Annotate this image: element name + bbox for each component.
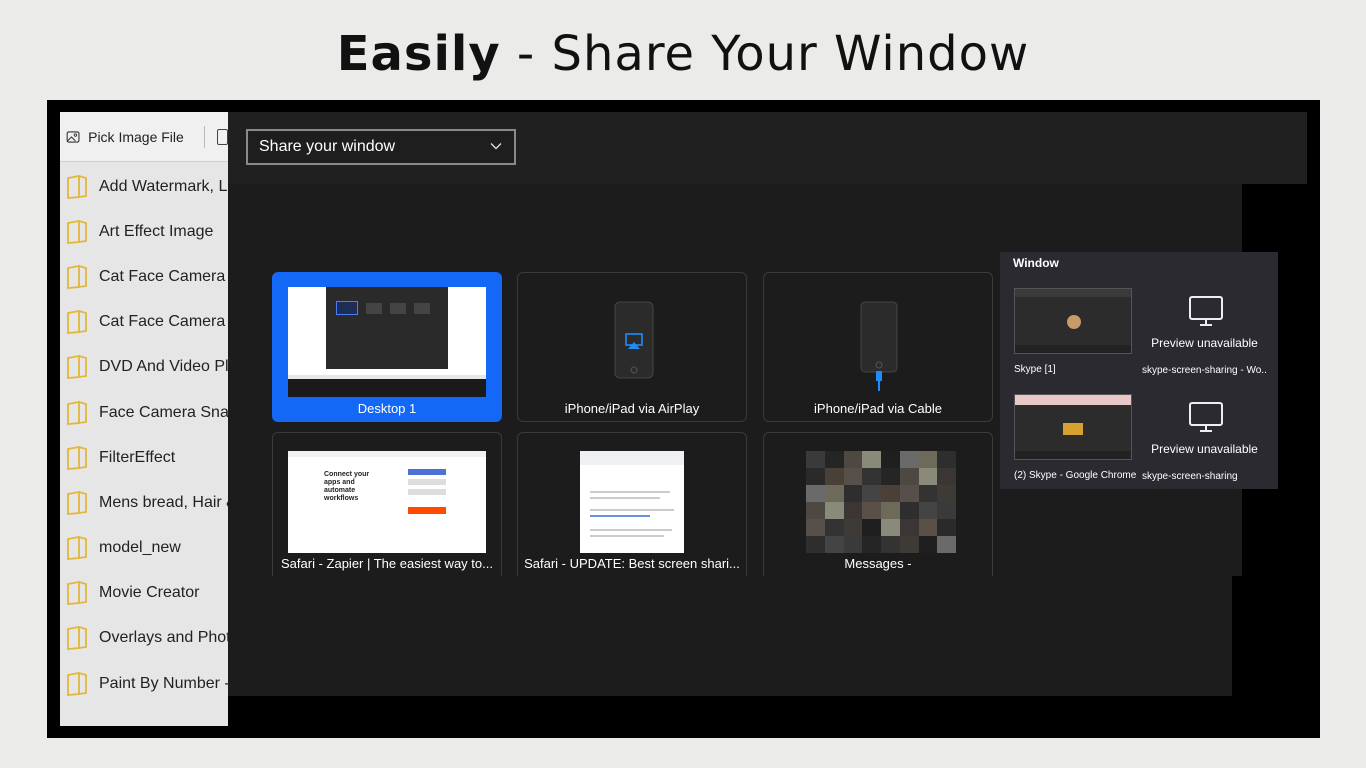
- headline-bold: Easily: [336, 26, 501, 82]
- folder-icon: [67, 219, 87, 244]
- file-toolbar: Pick Image File: [60, 112, 228, 162]
- file-list-item[interactable]: FilterEffect: [60, 435, 228, 480]
- window-popup: Window Skype [1] Preview unavailable sky…: [1000, 252, 1278, 489]
- file-name: Art Effect Image: [99, 222, 214, 240]
- tile-safari-doc[interactable]: Safari - UPDATE: Best screen shari...: [517, 432, 747, 576]
- tile-label: iPhone/iPad via Cable: [814, 401, 942, 416]
- file-list-item[interactable]: model_new: [60, 526, 228, 571]
- cable-phone-icon: [860, 301, 898, 391]
- monitor-icon: [1189, 402, 1223, 432]
- file-list: Add Watermark, Lo Art Effect Image Cat Fac…: [60, 162, 228, 706]
- preview-unavailable-text: Preview unavailable: [1151, 336, 1258, 350]
- headline: Easily - Share Your Window: [0, 26, 1366, 82]
- file-list-item[interactable]: Overlays and Photo: [60, 616, 228, 661]
- file-name: Cat Face Camera E: [99, 313, 228, 331]
- file-name: Overlays and Photo: [99, 629, 228, 647]
- folder-icon: [67, 264, 87, 289]
- messages-pixelated-thumbnail: [806, 451, 956, 553]
- folder-icon: [67, 445, 87, 470]
- file-list-item[interactable]: Cat Face Camera: [60, 254, 228, 299]
- window-item-label: Skype [1]: [1014, 364, 1056, 375]
- tile-cable[interactable]: iPhone/iPad via Cable: [763, 272, 993, 422]
- file-icon[interactable]: [216, 128, 228, 145]
- share-type-dropdown[interactable]: Share your window: [246, 129, 516, 165]
- tile-label: Safari - Zapier | The easiest way to...: [281, 556, 493, 571]
- file-panel: Pick Image File Add Watermark, Lo Art Eff…: [60, 112, 228, 726]
- safari-doc-thumbnail: [580, 451, 684, 553]
- window-item-label: skype-screen-sharing - Wo...: [1142, 365, 1267, 376]
- zapier-heading: Connect your apps and automate workflows: [324, 471, 370, 502]
- folder-icon: [67, 400, 87, 425]
- airplay-phone-icon: [614, 301, 654, 379]
- file-name: Paint By Number -: [99, 674, 228, 692]
- folder-icon: [67, 174, 87, 199]
- popup-title: Window: [1013, 256, 1059, 270]
- safari-zapier-thumbnail: Connect your apps and automate workflows: [288, 451, 486, 553]
- share-type-value: Share your window: [259, 138, 396, 155]
- preview-unavailable-text: Preview unavailable: [1151, 442, 1258, 456]
- window-item-skype-sharing-word[interactable]: Preview unavailable skype-screen-sharing…: [1142, 288, 1267, 376]
- window-item-skype-chrome[interactable]: (2) Skype - Google Chrome: [1014, 394, 1139, 481]
- folder-icon: [67, 626, 87, 651]
- file-list-item[interactable]: Face Camera Snap: [60, 390, 228, 435]
- file-list-item[interactable]: Add Watermark, Lo: [60, 164, 228, 209]
- file-name: FilterEffect: [99, 448, 176, 466]
- tile-messages[interactable]: Messages -: [763, 432, 993, 576]
- chrome-skype-thumbnail: [1014, 394, 1132, 460]
- tile-label: Messages -: [844, 556, 912, 571]
- file-list-item[interactable]: Mens bread, Hair &: [60, 480, 228, 525]
- folder-icon: [67, 671, 87, 696]
- file-name: model_new: [99, 539, 181, 557]
- toolbar-divider: [203, 125, 205, 148]
- folder-icon: [67, 581, 87, 606]
- tile-desktop-1[interactable]: Desktop 1: [272, 272, 502, 422]
- pick-image-file-button[interactable]: Pick Image File: [88, 129, 184, 145]
- headline-rest: - Share Your Window: [500, 26, 1030, 82]
- file-name: Movie Creator: [99, 584, 200, 602]
- image-icon: [66, 130, 80, 143]
- tile-label: iPhone/iPad via AirPlay: [564, 401, 700, 416]
- file-name: Cat Face Camera: [99, 267, 226, 285]
- file-name: Face Camera Snap: [99, 403, 228, 421]
- file-name: Add Watermark, Lo: [99, 177, 228, 195]
- file-list-item[interactable]: Movie Creator: [60, 571, 228, 616]
- skype-thumbnail: [1014, 288, 1132, 354]
- tile-safari-zapier[interactable]: Connect your apps and automate workflows…: [272, 432, 502, 576]
- file-list-item[interactable]: Art Effect Image: [60, 209, 228, 254]
- file-list-item[interactable]: Cat Face Camera E: [60, 300, 228, 345]
- folder-icon: [67, 355, 87, 380]
- file-list-item[interactable]: DVD And Video Pla: [60, 345, 228, 390]
- tile-airplay[interactable]: iPhone/iPad via AirPlay: [517, 272, 747, 422]
- file-name: DVD And Video Pla: [99, 358, 228, 376]
- desktop-thumbnail: [288, 287, 486, 397]
- window-item-label: skype-screen-sharing: [1142, 471, 1238, 482]
- file-list-item[interactable]: Paint By Number -: [60, 661, 228, 706]
- file-name: Mens bread, Hair &: [99, 493, 228, 511]
- window-item-skype-sharing[interactable]: Preview unavailable skype-screen-sharing: [1142, 394, 1267, 482]
- folder-icon: [67, 310, 87, 335]
- chevron-down-icon: [490, 143, 502, 150]
- tile-label: Safari - UPDATE: Best screen shari...: [524, 556, 740, 571]
- folder-icon: [67, 490, 87, 515]
- folder-icon: [67, 536, 87, 561]
- window-item-label: (2) Skype - Google Chrome: [1014, 470, 1137, 481]
- monitor-icon: [1189, 296, 1223, 326]
- window-item-skype[interactable]: Skype [1]: [1014, 288, 1139, 375]
- tile-label: Desktop 1: [357, 401, 417, 416]
- share-header: Share your window: [228, 112, 1307, 184]
